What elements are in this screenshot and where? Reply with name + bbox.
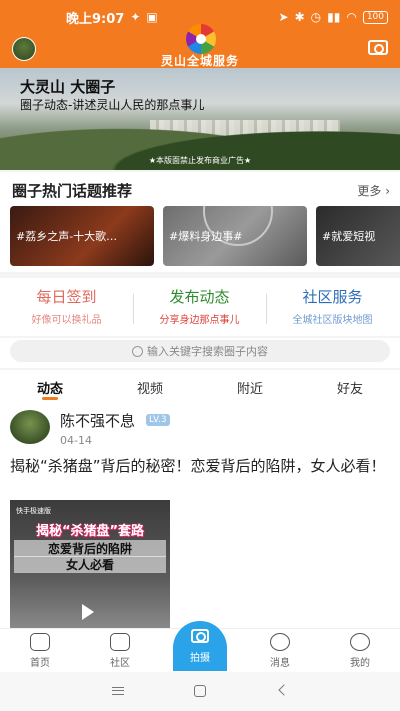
signal-icon: ▮▮ [327,10,341,24]
post-text[interactable]: 揭秘“杀猪盘”背后的秘密！恋爱背后的陷阱，女人必看！ [10,454,392,478]
tab-friends[interactable]: 好友 [300,370,400,402]
community-service-button[interactable]: 社区服务 全城社区版块地图 [266,286,399,326]
chevron-right-icon: › [385,184,390,198]
hot-topics-section: 圈子热门话题推荐 更多 › #荔乡之声-十大歌… #爆料身边事# #就爱短视 [0,172,400,272]
nav-profile[interactable]: 我的 [320,633,400,669]
bluetooth-icon: ✱ [294,10,305,24]
topic-label: #荔乡之声-十大歌… [16,230,118,243]
video-source-tag: 快手极速版 [16,507,51,515]
post-video[interactable]: 快手极速版 揭秘“杀猪盘”套路 恋爱背后的陷阱 女人必看 [10,500,170,628]
tab-nearby[interactable]: 附近 [200,370,300,402]
daily-checkin-button[interactable]: 每日签到 好像可以换礼品 [0,286,133,326]
profile-icon [350,633,370,651]
nav-shoot[interactable]: 拍摄 [173,621,227,671]
topic-card[interactable]: #荔乡之声-十大歌… [10,206,154,266]
nav-home[interactable]: 首页 [0,633,80,669]
topic-card[interactable]: #就爱短视 [316,206,400,266]
sync-icon: ✦ [130,10,141,24]
notification-icon: ▣ [146,10,158,24]
search-icon [132,345,143,357]
feed-post[interactable]: 陈不强不息 LV.3 04-14 揭秘“杀猪盘”背后的秘密！恋爱背后的陷阱，女人… [0,402,400,628]
level-badge: LV.3 [146,414,170,426]
banner-title: 大灵山 大圈子 [20,78,116,96]
tab-videos[interactable]: 视频 [100,370,200,402]
camera-icon[interactable] [368,40,388,55]
back-icon[interactable] [278,684,290,696]
avatar[interactable] [10,410,50,444]
video-caption: 女人必看 [14,556,166,573]
wifi-icon: ◠ [346,10,357,24]
search-input[interactable]: 输入关键字搜索圈子内容 [10,340,390,362]
community-icon [110,633,130,651]
feed-tabs: 动态 视频 附近 好友 [0,370,400,402]
camera-icon [191,629,209,643]
video-caption: 恋爱背后的陷阱 [14,540,166,557]
recent-apps-icon[interactable] [112,687,124,695]
banner[interactable]: 大灵山 大圈子 圈子动态-讲述灵山人民的那点事儿 ★本版面禁止发布商业广告★ [0,68,400,170]
post-update-button[interactable]: 发布动态 分享身边那点事儿 [133,286,266,326]
app-title: 灵山全城服务 [160,54,239,68]
topic-label: #爆料身边事# [169,230,243,243]
banner-note: ★本版面禁止发布商业广告★ [148,156,252,165]
message-icon [270,633,290,651]
section-title: 圈子热门话题推荐 [12,182,133,200]
home-icon [30,633,50,651]
alarm-icon: ◷ [310,10,322,24]
more-link[interactable]: 更多 › [357,182,390,199]
topic-label: #就爱短视 [322,230,376,243]
video-caption: 揭秘“杀猪盘”套路 [35,524,145,539]
quick-actions: 每日签到 好像可以换礼品 发布动态 分享身边那点事儿 社区服务 全城社区版块地图 [0,278,400,336]
post-date: 04-14 [60,434,92,447]
topic-card[interactable]: #爆料身边事# [163,206,307,266]
status-time: 晚上9:07 [66,11,125,27]
nav-messages[interactable]: 消息 [240,633,320,669]
nav-community[interactable]: 社区 [80,633,160,669]
play-icon[interactable] [82,604,94,620]
battery-indicator: 100 [362,10,388,24]
home-button-icon[interactable] [194,685,206,697]
location-icon: ➤ [278,10,289,24]
search-placeholder: 输入关键字搜索圈子内容 [147,345,268,358]
app-header: 晚上9:07 ✦ ▣ ➤ ✱ ◷ ▮▮ ◠ 100 灵山全城服务 [0,0,400,68]
tab-updates[interactable]: 动态 [0,370,100,402]
app-logo [186,24,216,54]
post-username[interactable]: 陈不强不息 [60,410,135,431]
system-nav-bar [0,672,400,711]
banner-subtitle: 圈子动态-讲述灵山人民的那点事儿 [20,98,205,112]
bottom-nav: 首页 社区 拍摄 消息 我的 [0,621,400,672]
